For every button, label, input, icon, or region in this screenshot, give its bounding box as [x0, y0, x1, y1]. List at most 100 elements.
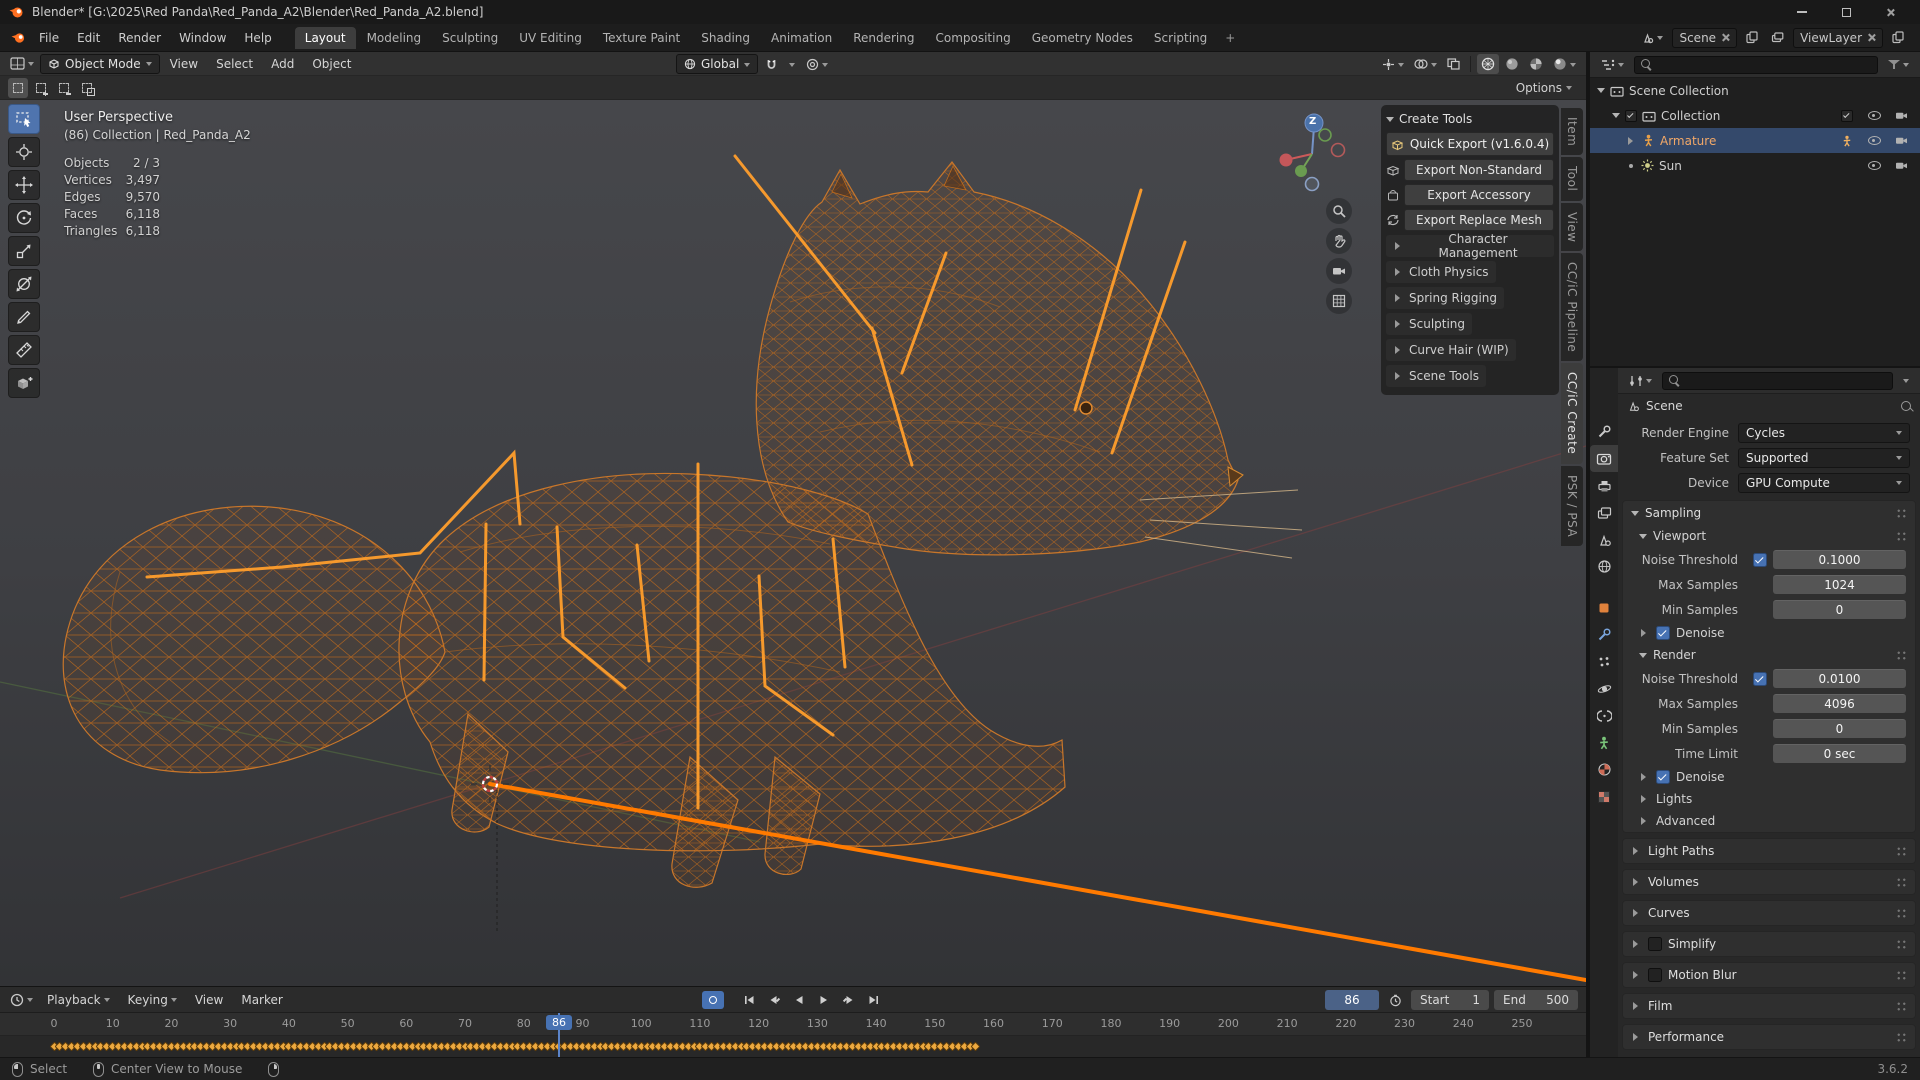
- timeline-menu-keying[interactable]: Keying: [120, 990, 185, 1010]
- advanced-subpanel-header[interactable]: Advanced: [1623, 810, 1915, 832]
- sidebar-tab-psk-psa[interactable]: PSK / PSA: [1561, 465, 1583, 546]
- gizmo-z-axis-label[interactable]: Z: [1309, 116, 1316, 127]
- menu-add[interactable]: Add: [263, 54, 302, 74]
- playhead[interactable]: 86: [545, 1013, 572, 1057]
- previous-keyframe-button[interactable]: [763, 991, 785, 1009]
- timeline-menu-marker[interactable]: Marker: [233, 990, 290, 1010]
- noise-threshold-checkbox[interactable]: [1753, 671, 1767, 686]
- simplify-header[interactable]: Simplify: [1623, 932, 1915, 956]
- select-mode-set-button[interactable]: [8, 77, 28, 98]
- armature-data-icon[interactable]: [1841, 135, 1853, 147]
- max-samples-field[interactable]: 4096: [1773, 694, 1906, 713]
- properties-tab-tool[interactable]: [1590, 418, 1618, 445]
- workspace-tab-layout[interactable]: Layout: [294, 26, 356, 49]
- close-button[interactable]: [1868, 0, 1912, 24]
- menu-help[interactable]: Help: [235, 27, 280, 49]
- disable-render-camera-icon[interactable]: [1895, 160, 1908, 171]
- snapping-dropdown[interactable]: [785, 54, 799, 74]
- drag-grip-icon[interactable]: [1896, 530, 1907, 542]
- add-workspace-button[interactable]: +: [1218, 27, 1242, 49]
- outliner-search[interactable]: [1634, 55, 1878, 74]
- proportional-editing-button[interactable]: [802, 54, 832, 74]
- create-tools-header[interactable]: Create Tools: [1386, 109, 1554, 129]
- min-samples-field[interactable]: 0: [1773, 600, 1906, 619]
- viewport-3d[interactable]: Object Mode View Select Add Object Globa…: [0, 52, 1586, 986]
- noise-threshold-checkbox[interactable]: [1753, 552, 1767, 567]
- start-frame-field[interactable]: Start 1: [1411, 990, 1489, 1010]
- workspace-tab-texture-paint[interactable]: Texture Paint: [593, 27, 690, 49]
- menu-view[interactable]: View: [162, 54, 206, 74]
- play-reverse-button[interactable]: [788, 991, 810, 1009]
- play-button[interactable]: [813, 991, 835, 1009]
- menu-select[interactable]: Select: [208, 54, 261, 74]
- current-frame-field[interactable]: 86: [1325, 990, 1379, 1010]
- drag-grip-icon[interactable]: [1896, 907, 1907, 919]
- sidebar-tab-tool[interactable]: Tool: [1561, 157, 1583, 201]
- jump-to-end-button[interactable]: [863, 991, 885, 1009]
- sidebar-tab-view[interactable]: View: [1561, 202, 1583, 252]
- properties-search[interactable]: [1662, 371, 1893, 390]
- options-dropdown[interactable]: Options: [1510, 79, 1578, 97]
- section-scene-tools[interactable]: Scene Tools: [1386, 365, 1486, 387]
- editor-type-button[interactable]: [6, 54, 38, 74]
- select-mode-subtract-button[interactable]: [54, 78, 74, 98]
- shading-wireframe-button[interactable]: [1477, 54, 1499, 74]
- workspace-tab-rendering[interactable]: Rendering: [843, 27, 924, 49]
- menu-file[interactable]: File: [30, 27, 68, 49]
- properties-tab-texture[interactable]: [1590, 783, 1618, 810]
- disable-render-camera-icon[interactable]: [1895, 110, 1908, 121]
- menu-render[interactable]: Render: [109, 27, 170, 49]
- properties-tab-output[interactable]: [1590, 472, 1618, 499]
- shading-rendered-button[interactable]: [1549, 54, 1580, 74]
- outliner-search-input[interactable]: [1658, 57, 1871, 72]
- tool-rotate-button[interactable]: [8, 203, 40, 233]
- section-curve-hair[interactable]: Curve Hair (WIP): [1386, 339, 1516, 361]
- shading-solid-button[interactable]: [1501, 54, 1523, 74]
- camera-view-button[interactable]: [1326, 258, 1352, 284]
- properties-tab-object[interactable]: [1590, 594, 1618, 621]
- properties-tab-world[interactable]: [1590, 553, 1618, 580]
- pin-icon[interactable]: [1901, 401, 1911, 411]
- workspace-tab-modeling[interactable]: Modeling: [357, 27, 432, 49]
- max-samples-field[interactable]: 1024: [1773, 575, 1906, 594]
- section-character-management[interactable]: Character Management: [1386, 232, 1554, 260]
- properties-tab-scene[interactable]: [1590, 526, 1618, 553]
- tool-move-button[interactable]: [8, 170, 40, 200]
- select-mode-extend-button[interactable]: [31, 78, 51, 98]
- overlays-dropdown[interactable]: [1410, 54, 1441, 74]
- properties-tab-render[interactable]: [1590, 445, 1618, 472]
- outliner-row-armature[interactable]: Armature: [1590, 128, 1920, 153]
- drag-grip-icon[interactable]: [1896, 938, 1907, 950]
- tool-add-cube-button[interactable]: [8, 368, 40, 398]
- section-spring-rigging[interactable]: Spring Rigging: [1386, 287, 1505, 309]
- end-frame-field[interactable]: End 500: [1494, 990, 1578, 1010]
- lights-subpanel-header[interactable]: Lights: [1623, 788, 1915, 810]
- drag-grip-icon[interactable]: [1896, 507, 1907, 519]
- copy-scene-button[interactable]: [1742, 28, 1762, 48]
- exclude-checkbox[interactable]: [1841, 109, 1853, 122]
- viewlayer-selector[interactable]: ViewLayer: [1793, 27, 1883, 48]
- properties-tab-constraints[interactable]: [1590, 702, 1618, 729]
- show-gizmo-dropdown[interactable]: [1378, 54, 1408, 74]
- noise-threshold-field[interactable]: 0.0100: [1773, 669, 1906, 688]
- outliner-row-scene-collection[interactable]: Scene Collection: [1590, 78, 1920, 103]
- performance-header[interactable]: Performance: [1623, 1025, 1915, 1049]
- viewport-canvas[interactable]: [0, 52, 1586, 986]
- properties-tab-physics[interactable]: [1590, 675, 1618, 702]
- mode-dropdown[interactable]: Object Mode: [40, 53, 160, 74]
- time-limit-field[interactable]: 0 sec: [1773, 744, 1906, 763]
- hide-eye-icon[interactable]: [1867, 136, 1881, 145]
- denoise-checkbox[interactable]: [1656, 626, 1670, 640]
- transform-orientation-dropdown[interactable]: Global: [676, 54, 759, 74]
- curves-header[interactable]: Curves: [1623, 901, 1915, 925]
- outliner-row-collection[interactable]: Collection: [1590, 103, 1920, 128]
- select-mode-intersect-button[interactable]: [77, 78, 97, 98]
- export-accessory-button[interactable]: Export Accessory: [1404, 184, 1554, 206]
- maximize-button[interactable]: [1824, 0, 1868, 24]
- blender-menu-button[interactable]: [6, 28, 30, 48]
- menu-window[interactable]: Window: [170, 27, 235, 49]
- drag-grip-icon[interactable]: [1896, 845, 1907, 857]
- workspace-tab-compositing[interactable]: Compositing: [925, 27, 1020, 49]
- browse-scene-button[interactable]: [1637, 28, 1667, 48]
- auto-keyframe-toggle[interactable]: [702, 991, 724, 1009]
